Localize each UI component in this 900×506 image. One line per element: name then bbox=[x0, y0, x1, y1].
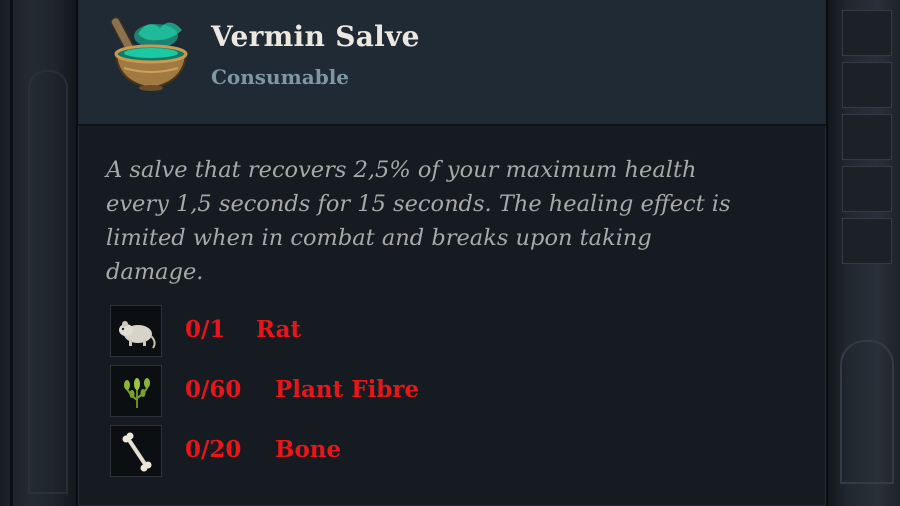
requirement-count: 0/60 bbox=[185, 376, 242, 403]
requirement-count: 0/1 bbox=[185, 316, 226, 343]
requirement-name: Bone bbox=[275, 436, 342, 463]
plant-fibre-icon bbox=[110, 365, 162, 417]
requirement-name: Plant Fibre bbox=[275, 376, 420, 403]
item-description: A salve that recovers 2,5% of your maxim… bbox=[106, 157, 731, 285]
item-type: Consumable bbox=[211, 65, 350, 89]
window-pane bbox=[842, 114, 892, 160]
requirement-name: Rat bbox=[256, 316, 302, 343]
background-left-wall bbox=[0, 0, 78, 506]
background-arch bbox=[28, 70, 68, 494]
background-right-window bbox=[826, 0, 900, 506]
item-tooltip: Vermin Salve Consumable A salve that rec… bbox=[78, 0, 826, 506]
bone-icon bbox=[110, 425, 162, 477]
background-edge bbox=[10, 0, 13, 506]
rat-icon bbox=[110, 305, 162, 357]
requirement-row: 0/1 Rat bbox=[110, 305, 730, 359]
window-pane bbox=[842, 166, 892, 212]
window-pane bbox=[842, 62, 892, 108]
window-arch bbox=[840, 340, 894, 484]
tooltip-header: Vermin Salve Consumable bbox=[78, 0, 826, 126]
mortar-pestle-icon bbox=[108, 12, 192, 96]
window-pane bbox=[842, 218, 892, 264]
window-pane bbox=[842, 10, 892, 56]
requirement-count: 0/20 bbox=[185, 436, 242, 463]
requirement-row: 0/20 Bone bbox=[110, 425, 730, 479]
item-name: Vermin Salve bbox=[211, 20, 420, 53]
requirement-row: 0/60 Plant Fibre bbox=[110, 365, 730, 419]
